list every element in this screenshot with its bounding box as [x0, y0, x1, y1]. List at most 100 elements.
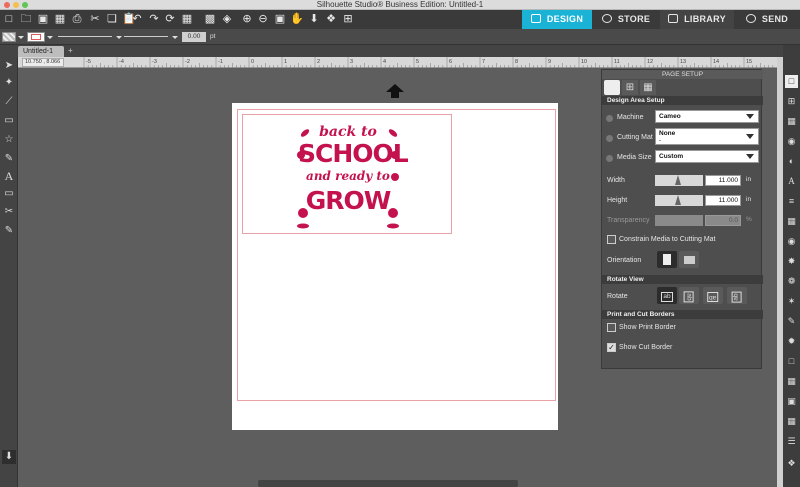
- page-tab-icon[interactable]: [604, 80, 620, 95]
- copy-icon[interactable]: ❏: [105, 12, 119, 26]
- height-slider[interactable]: [655, 195, 703, 206]
- width-input[interactable]: 11.000: [705, 175, 741, 186]
- eraser-tool-icon[interactable]: ▭: [2, 187, 16, 201]
- rotate-180-button[interactable]: ab: [703, 287, 723, 304]
- document-tab[interactable]: Untitled-1: [18, 46, 64, 57]
- height-input[interactable]: 11.000: [705, 195, 741, 206]
- page-setup-icon[interactable]: □: [785, 75, 798, 88]
- trace-icon[interactable]: ❁: [785, 275, 798, 288]
- fit-to-page-icon[interactable]: ⬇: [307, 12, 321, 26]
- add-tab-button[interactable]: +: [68, 46, 73, 55]
- rotate-0-button[interactable]: ab: [657, 287, 677, 304]
- gradient-icon[interactable]: ◉: [785, 135, 798, 148]
- grid-tab-icon[interactable]: ⊞: [622, 80, 638, 95]
- align-icon[interactable]: ≡: [785, 195, 798, 208]
- portrait-orientation-button[interactable]: [657, 251, 677, 268]
- media-size-select[interactable]: Custom: [655, 150, 759, 163]
- chevron-down-icon[interactable]: [18, 36, 24, 39]
- text-tool-icon[interactable]: A: [2, 169, 16, 183]
- minimize-window-button[interactable]: [13, 2, 19, 8]
- zoom-in-icon[interactable]: ⊕: [240, 12, 254, 26]
- panel-title[interactable]: PAGE SETUP: [602, 70, 763, 79]
- chevron-down-icon[interactable]: [116, 36, 122, 39]
- line-style-selector[interactable]: [58, 36, 112, 37]
- design-artwork-group[interactable]: back to SCHOOL and ready to GROW: [242, 114, 452, 234]
- redo-icon[interactable]: ↷: [147, 12, 161, 26]
- ruler-label: 8: [515, 59, 518, 65]
- machine-select[interactable]: Cameo: [655, 110, 759, 123]
- title-bar: Silhouette Studio® Business Edition: Unt…: [0, 0, 800, 10]
- cutting-mat-select[interactable]: None -: [655, 128, 759, 145]
- chevron-down-icon[interactable]: [47, 36, 53, 39]
- save-to-library-icon[interactable]: ▦: [53, 12, 67, 26]
- rotate-270-button[interactable]: ab: [727, 287, 747, 304]
- sketch-icon[interactable]: ✎: [785, 315, 798, 328]
- save-icon[interactable]: ▣: [36, 12, 50, 26]
- new-document-icon[interactable]: □: [2, 12, 16, 26]
- zoom-select-icon[interactable]: ▣: [273, 12, 287, 26]
- view-options-icon[interactable]: ⊞: [341, 12, 355, 26]
- print-icon[interactable]: ⎙: [70, 12, 84, 26]
- fill-swatch[interactable]: [2, 32, 16, 42]
- layers-icon[interactable]: ◐: [785, 155, 798, 168]
- transparency-slider[interactable]: [655, 215, 703, 226]
- modify-icon[interactable]: ✸: [785, 255, 798, 268]
- select-all-icon[interactable]: ▦: [180, 12, 194, 26]
- transparency-input[interactable]: 0.0: [705, 215, 741, 226]
- grid-icon[interactable]: ❖: [324, 12, 338, 26]
- close-window-button[interactable]: [4, 2, 10, 8]
- shop-icon[interactable]: ☰: [785, 435, 798, 448]
- tab-store[interactable]: STORE: [592, 10, 660, 29]
- open-folder-icon[interactable]: 🗀: [19, 12, 33, 26]
- polygon-tool-icon[interactable]: ☆: [2, 133, 16, 147]
- point-edit-icon[interactable]: ✦: [2, 76, 16, 90]
- emboss-icon[interactable]: □: [785, 355, 798, 368]
- line-color-swatch[interactable]: [27, 32, 45, 42]
- nesting-icon[interactable]: ▦: [785, 415, 798, 428]
- tab-library[interactable]: LIBRARY: [660, 10, 734, 29]
- redraw-icon[interactable]: ⟳: [163, 12, 177, 26]
- rhinestone-icon[interactable]: ✹: [785, 335, 798, 348]
- undo-icon[interactable]: ↶: [130, 12, 144, 26]
- ruler-label: 6: [449, 59, 452, 65]
- landscape-orientation-button[interactable]: [679, 251, 699, 268]
- star-icon[interactable]: ✶: [785, 295, 798, 308]
- pixscan-icon[interactable]: ▦: [785, 375, 798, 388]
- expand-panel-icon[interactable]: ⬇: [2, 450, 16, 464]
- rectangle-tool-icon[interactable]: ▭: [2, 114, 16, 128]
- line-width-slider[interactable]: [124, 36, 168, 37]
- cut-icon[interactable]: ✂: [88, 12, 102, 26]
- chevron-down-icon[interactable]: [172, 36, 178, 39]
- horizontal-scrollbar[interactable]: [258, 480, 518, 487]
- line-tool-icon[interactable]: ⟋: [2, 95, 16, 109]
- text-style-icon[interactable]: A: [785, 175, 798, 188]
- replicate-icon[interactable]: ▦: [785, 215, 798, 228]
- select-tool-icon[interactable]: ➤: [2, 59, 16, 73]
- deselect-icon[interactable]: ▩: [203, 12, 217, 26]
- show-print-border-checkbox[interactable]: [607, 323, 616, 332]
- fill-panel-icon[interactable]: ▦: [785, 115, 798, 128]
- artwork-line-back-to: back to: [319, 124, 377, 140]
- background-tab-icon[interactable]: ▦: [640, 80, 656, 95]
- pan-icon[interactable]: ✋: [290, 12, 304, 26]
- width-slider[interactable]: [655, 175, 703, 186]
- grid-view-icon[interactable]: ❖: [785, 457, 798, 470]
- zoom-out-icon[interactable]: ⊖: [256, 12, 270, 26]
- ruler-label: 9: [548, 59, 551, 65]
- zoom-window-button[interactable]: [22, 2, 28, 8]
- show-print-border-label: Show Print Border: [619, 324, 676, 331]
- window-title: Silhouette Studio® Business Edition: Unt…: [316, 0, 484, 9]
- show-cut-border-checkbox[interactable]: ✓: [607, 343, 616, 352]
- transform-icon[interactable]: ⊞: [785, 95, 798, 108]
- tab-send[interactable]: SEND: [734, 10, 800, 29]
- rotate-90-button[interactable]: ab: [679, 287, 699, 304]
- weed-icon[interactable]: ▣: [785, 395, 798, 408]
- knife-tool-icon[interactable]: ✂: [2, 205, 16, 219]
- constrain-media-checkbox[interactable]: [607, 235, 616, 244]
- zoom-tool-icon[interactable]: ◈: [220, 12, 234, 26]
- offset-icon[interactable]: ◉: [785, 235, 798, 248]
- pencil-tool-icon[interactable]: ✎: [2, 152, 16, 166]
- line-width-input[interactable]: 0.00: [182, 32, 206, 42]
- tab-design[interactable]: DESIGN: [522, 10, 592, 29]
- eyedropper-tool-icon[interactable]: ✎: [2, 224, 16, 238]
